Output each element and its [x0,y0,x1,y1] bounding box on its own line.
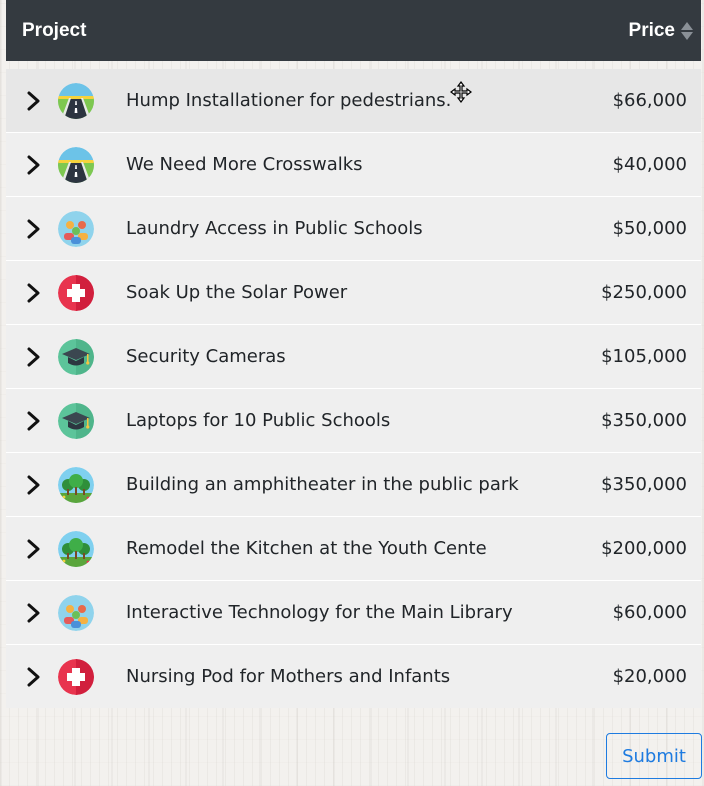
expand-row-button[interactable] [6,90,58,112]
table-header: Project Price [6,0,701,61]
project-column-header[interactable]: Project [22,20,86,42]
projects-table: Project Price Hump Installationer for pe… [6,0,701,708]
chevron-right-icon [27,219,40,238]
road-icon [58,82,94,119]
table-row[interactable]: Soak Up the Solar Power $250,000 [6,260,701,324]
project-price: $60,000 [612,602,687,623]
project-title: Laundry Access in Public Schools [126,218,423,239]
table-row[interactable]: Hump Installationer for pedestrians. $66,… [6,69,701,132]
expand-row-button[interactable] [6,410,58,432]
submit-button[interactable]: Submit [606,733,702,779]
table-row[interactable]: Security Cameras $105,000 [6,324,701,388]
people-icon [58,594,94,631]
project-title: Building an amphitheater in the public p… [126,474,519,495]
project-title: Hump Installationer for pedestrians. [126,90,452,111]
project-price: $66,000 [612,90,687,111]
project-price: $40,000 [612,154,687,175]
price-column-header[interactable]: Price [629,20,693,42]
expand-row-button[interactable] [6,474,58,496]
chevron-right-icon [27,91,40,110]
health-cross-icon [58,658,94,695]
table-row[interactable]: Laundry Access in Public Schools $50,000 [6,196,701,260]
chevron-right-icon [27,411,40,430]
expand-row-button[interactable] [6,538,58,560]
table-row[interactable]: We Need More Crosswalks $40,000 [6,132,701,196]
chevron-right-icon [27,475,40,494]
project-title: Security Cameras [126,346,286,367]
table-row[interactable]: Remodel the Kitchen at the Youth Cente $2… [6,516,701,580]
park-trees-icon [58,530,94,567]
graduation-cap-icon [58,338,94,375]
project-price: $350,000 [601,410,687,431]
chevron-right-icon [27,603,40,622]
expand-row-button[interactable] [6,602,58,624]
sort-icon[interactable] [681,21,693,40]
expand-row-button[interactable] [6,666,58,688]
expand-row-button[interactable] [6,218,58,240]
project-title: Laptops for 10 Public Schools [126,410,391,431]
project-title: Interactive Technology for the Main Libr… [126,602,513,623]
road-icon [58,146,94,183]
project-price: $20,000 [612,666,687,687]
chevron-right-icon [27,347,40,366]
project-price: $105,000 [601,346,687,367]
table-row[interactable]: Nursing Pod for Mothers and Infants $20,0… [6,644,701,708]
table-row[interactable]: Building an amphitheater in the public p… [6,452,701,516]
chevron-right-icon [27,283,40,302]
expand-row-button[interactable] [6,346,58,368]
chevron-right-icon [27,667,40,686]
price-header-label: Price [628,19,675,41]
project-price: $350,000 [601,474,687,495]
expand-row-button[interactable] [6,282,58,304]
chevron-right-icon [27,539,40,558]
table-row[interactable]: Laptops for 10 Public Schools $350,000 [6,388,701,452]
project-price: $200,000 [601,538,687,559]
table-body: Hump Installationer for pedestrians. $66,… [6,69,701,708]
project-title: We Need More Crosswalks [126,154,363,175]
project-price: $50,000 [612,218,687,239]
people-icon [58,210,94,247]
move-cursor-icon [450,81,472,103]
table-row[interactable]: Interactive Technology for the Main Libr… [6,580,701,644]
expand-row-button[interactable] [6,154,58,176]
project-title: Nursing Pod for Mothers and Infants [126,666,451,687]
graduation-cap-icon [58,402,94,439]
project-title: Remodel the Kitchen at the Youth Cente [126,538,487,559]
health-cross-icon [58,274,94,311]
project-title: Soak Up the Solar Power [126,282,348,303]
park-trees-icon [58,466,94,503]
chevron-right-icon [27,155,40,174]
project-price: $250,000 [601,282,687,303]
